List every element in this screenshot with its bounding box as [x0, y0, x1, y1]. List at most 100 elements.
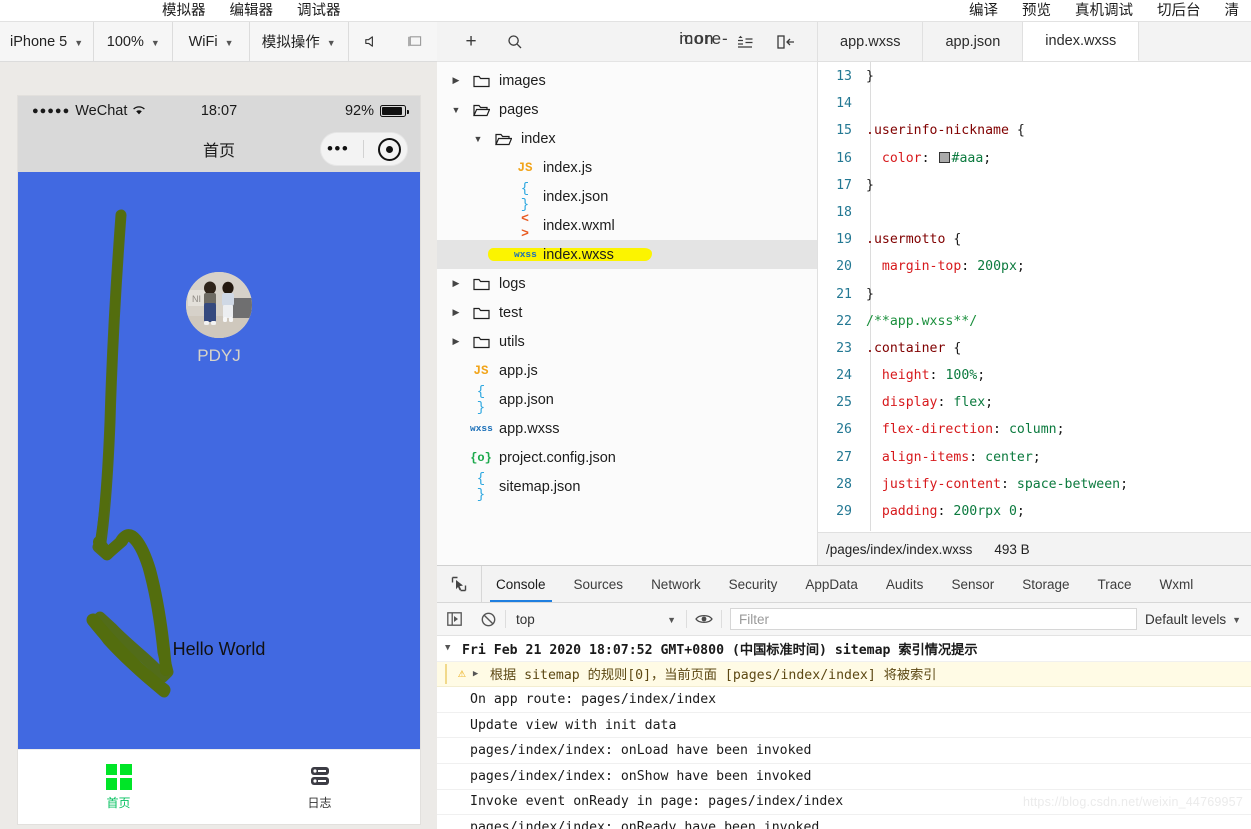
tree-item-pages[interactable]: ▼ pages — [437, 95, 817, 124]
line-number: 24 — [836, 368, 852, 384]
devtools-tab-security[interactable]: Security — [715, 566, 792, 602]
tab-home[interactable]: 首页 — [18, 750, 219, 824]
chevron-right-icon[interactable]: ▶ — [449, 307, 463, 318]
devtools-tab-storage[interactable]: Storage — [1008, 566, 1083, 602]
tree-item-index-wxss[interactable]: wxss index.wxss — [437, 240, 817, 269]
device-selector-label: iPhone 5 — [10, 33, 68, 50]
tree-item-sitemap-json[interactable]: { } sitemap.json — [437, 471, 817, 503]
line-number: 28 — [836, 476, 852, 492]
tree-item-test[interactable]: ▶ test — [437, 298, 817, 327]
device-selector[interactable]: iPhone 5 ▼ — [0, 22, 95, 61]
menu-item-preview[interactable]: 预览 — [1010, 0, 1063, 22]
tree-item-project-config-json[interactable]: {o} project.config.json — [437, 443, 817, 472]
menu-item-editor[interactable]: 编辑器 — [218, 0, 286, 22]
editor-tab-app-wxss[interactable]: app.wxss — [818, 22, 924, 61]
tree-item-logs[interactable]: ▶ logs — [437, 269, 817, 298]
menu-item-compile[interactable]: 编译 — [957, 0, 1010, 22]
devtools-tab-audits[interactable]: Audits — [872, 566, 938, 602]
chevron-down-icon: ▼ — [74, 37, 84, 48]
console-message-text: pages/index/index: onReady have been inv… — [470, 819, 820, 829]
chevron-right-icon[interactable]: ▶ — [449, 75, 463, 86]
editor-tab-index-wxss[interactable]: index.wxss — [1023, 22, 1140, 61]
json-file-icon: { } — [520, 180, 530, 213]
tree-item-label: app.wxss — [499, 420, 560, 437]
code-area[interactable]: 13} 14 15 .userinfo-nickname {16 color: #aa… — [818, 62, 1251, 531]
context-selector[interactable]: top ▼ — [506, 612, 686, 627]
code-line-text: } — [866, 286, 874, 302]
tree-item-index-wxml[interactable]: < > index.wxml — [437, 211, 817, 241]
chevron-right-icon[interactable]: ▶ — [449, 278, 463, 289]
simulate-action-selector[interactable]: 模拟操作 ▼ — [250, 22, 349, 61]
target-icon[interactable] — [378, 137, 402, 161]
phone-simulator: ●●●●● WeChat 18:07 92% 首页 ••• NI PDYJ He… — [18, 96, 420, 824]
zoom-selector[interactable]: 100% ▼ — [94, 22, 174, 61]
clear-console-icon[interactable] — [471, 612, 505, 627]
file-tree-panel: + more-icon ▶ images ▼ pages ▼ index JS index.j… — [437, 22, 818, 565]
folder-icon — [470, 74, 492, 88]
tree-item-index-js[interactable]: JS index.js — [437, 153, 817, 182]
chevron-right-icon[interactable]: ▶ — [449, 336, 463, 347]
tree-item-app-json[interactable]: { } app.json — [437, 384, 817, 416]
devtools-tab-trace[interactable]: Trace — [1084, 566, 1146, 602]
devtools-tab-network[interactable]: Network — [637, 566, 715, 602]
tree-item-index-json[interactable]: { } index.json — [437, 180, 817, 213]
devtools-panel: Console Sources Network Security AppData Audi… — [437, 565, 1251, 829]
menu-item-remote-debug[interactable]: 真机调试 — [1063, 0, 1145, 22]
tree-item-app-wxss[interactable]: wxss app.wxss — [437, 414, 817, 443]
more-icon[interactable]: more-icon — [679, 30, 727, 47]
console-message-log: pages/index/index: onLoad have been invo… — [437, 738, 1251, 764]
top-menu-right-group: 编译 预览 真机调试 切后台 清 — [957, 0, 1251, 22]
chevron-down-icon: ▼ — [326, 37, 336, 48]
chevron-down-icon[interactable]: ▼ — [445, 643, 455, 653]
add-file-button[interactable]: + — [449, 31, 493, 53]
tree-item-images[interactable]: ▶ images — [437, 66, 817, 95]
devtools-tab-console[interactable]: Console — [482, 566, 560, 602]
rotate-screen-icon[interactable] — [393, 22, 437, 61]
console-message-log: pages/index/index: onReady have been inv… — [437, 815, 1251, 829]
inspect-element-icon[interactable] — [437, 566, 482, 602]
file-tree-list: ▶ images ▼ pages ▼ index JS index.js { } index.js… — [437, 62, 817, 503]
chevron-right-icon[interactable]: ▶ — [473, 669, 483, 679]
sort-icon[interactable] — [723, 35, 767, 49]
log-level-selector[interactable]: Default levels ▼ — [1145, 612, 1251, 627]
search-icon[interactable] — [493, 34, 537, 50]
network-selector[interactable]: WiFi ▼ — [173, 22, 250, 61]
devtools-tab-sensor[interactable]: Sensor — [937, 566, 1008, 602]
code-line: 27 align-items: center; — [818, 444, 1251, 471]
menu-item-clear[interactable]: 清 — [1213, 0, 1251, 22]
chevron-down-icon[interactable]: ▼ — [471, 134, 485, 144]
code-line: 21} — [818, 281, 1251, 308]
code-line-text: } — [866, 69, 874, 84]
tab-logs[interactable]: 日志 — [219, 750, 420, 824]
tree-item-label: index — [521, 130, 556, 147]
chevron-down-icon[interactable]: ▼ — [449, 105, 463, 115]
tree-item-index[interactable]: ▼ index — [437, 124, 817, 153]
code-line-text: } — [866, 177, 874, 193]
tree-item-label: project.config.json — [499, 449, 616, 466]
line-number: 15 — [836, 123, 852, 139]
menu-item-background[interactable]: 切后台 — [1145, 0, 1213, 22]
live-expression-icon[interactable] — [687, 613, 721, 625]
devtools-tab-wxml[interactable]: Wxml — [1146, 566, 1208, 602]
code-line: 15 .userinfo-nickname { — [818, 117, 1251, 144]
tree-item-label: utils — [499, 333, 525, 350]
tree-item-app-js[interactable]: JS app.js — [437, 356, 817, 385]
warning-accent-bar — [445, 663, 447, 685]
line-number: 18 — [836, 204, 852, 220]
wechat-capsule-button[interactable]: ••• — [320, 132, 408, 166]
folder-icon — [470, 335, 492, 349]
devtools-tab-appdata[interactable]: AppData — [791, 566, 872, 602]
menu-item-debugger[interactable]: 调试器 — [285, 0, 353, 22]
collapse-panel-icon[interactable] — [767, 34, 805, 49]
speaker-icon[interactable] — [349, 22, 393, 61]
tree-item-label: pages — [499, 101, 539, 118]
code-line: 28 justify-content: space-between; — [818, 471, 1251, 498]
menu-item-simulator[interactable]: 模拟器 — [150, 0, 218, 22]
console-filter-input[interactable]: Filter — [730, 608, 1138, 630]
editor-tab-app-json[interactable]: app.json — [923, 22, 1024, 61]
devtools-tab-sources[interactable]: Sources — [560, 566, 638, 602]
console-sidebar-icon[interactable] — [437, 612, 471, 626]
tree-item-utils[interactable]: ▶ utils — [437, 327, 817, 356]
code-line-text: /**app.wxss**/ — [866, 313, 978, 329]
code-line-text: padding: 200rpx 0; — [881, 504, 1025, 519]
